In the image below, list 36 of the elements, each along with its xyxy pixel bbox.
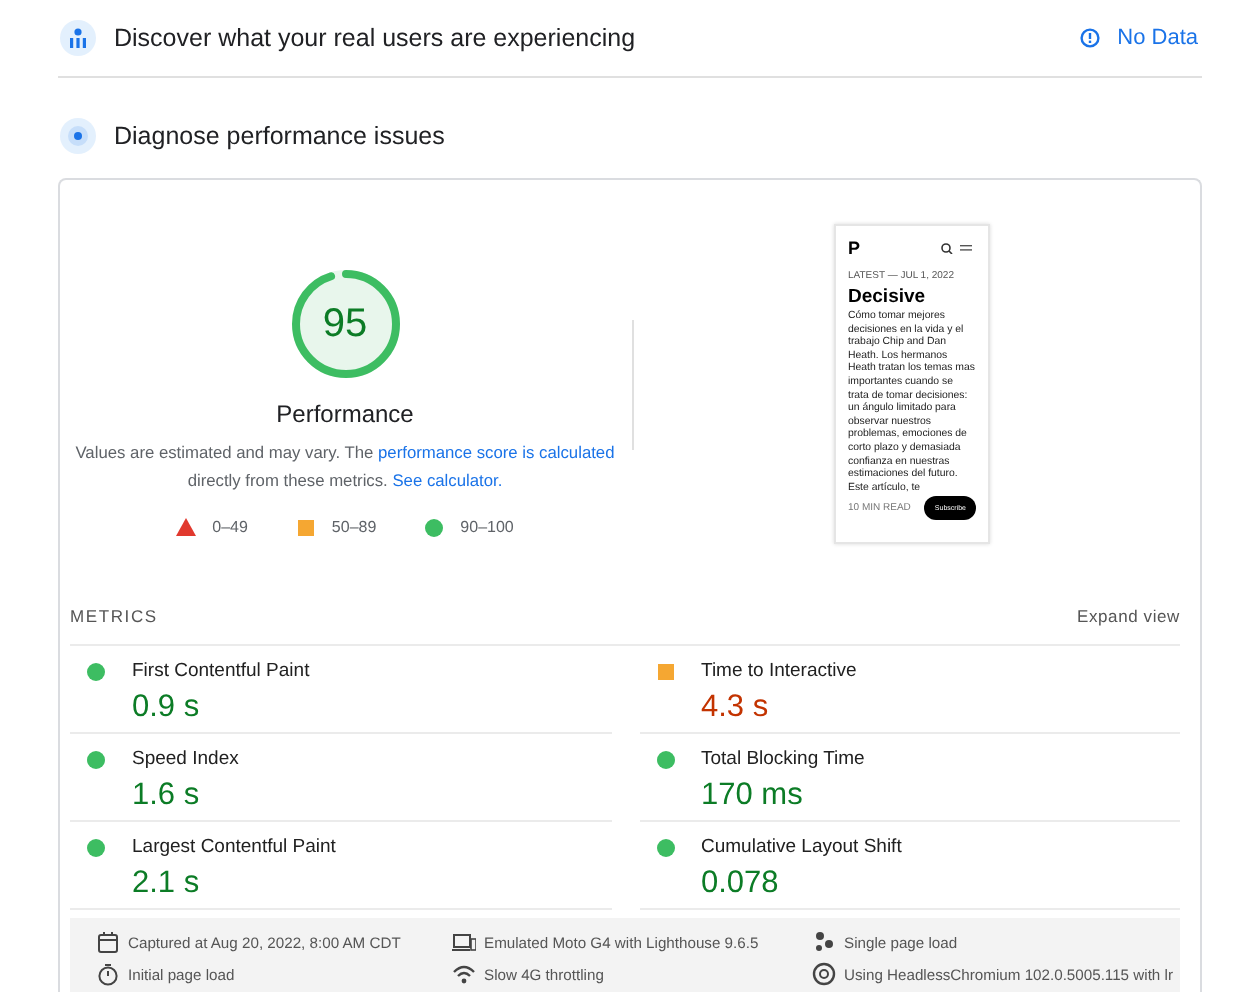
score-note: Values are estimated and may vary. The performance score is calculated directly from these metrics. See calculator. [75, 439, 615, 493]
legend-range: 50–89 [331, 518, 377, 536]
section-title: Discover what your real users are experiencing [114, 24, 636, 52]
metric-value: 0.9 s [132, 690, 202, 726]
wifi-icon [452, 962, 476, 986]
metric-value: 170 ms [701, 778, 805, 814]
metric-name: Speed Index [132, 748, 239, 770]
legend-range: 0–49 [212, 518, 248, 536]
legend-range: 90–100 [460, 518, 514, 536]
metric-value: 0.078 [701, 866, 781, 902]
menu-icon [960, 245, 972, 251]
link[interactable]: See calculator. [392, 469, 503, 489]
metric-value: 2.1 s [132, 866, 202, 902]
search-icon [941, 243, 953, 254]
metric-value: 4.3 s [701, 690, 771, 726]
metric-name: Time to Interactive [701, 660, 857, 682]
metric-value: 1.6 s [132, 778, 202, 814]
laptop-phone-icon [452, 930, 476, 954]
info-icon [1079, 28, 1100, 48]
section-title: Diagnose performance issues [114, 122, 445, 150]
site-logo: P [848, 238, 861, 258]
metrics-heading: METRICS [70, 606, 158, 626]
metric-name: First Contentful Paint [132, 660, 310, 682]
metric-name: Total Blocking Time [701, 748, 865, 770]
link[interactable]: performance score is calculated [378, 441, 615, 461]
stopwatch-icon [96, 962, 120, 986]
metric-name: Cumulative Layout Shift [701, 836, 902, 858]
article-headline: Decisive [848, 286, 928, 308]
expand-view-link[interactable]: Expand view [1077, 606, 1180, 626]
gauge-label: Performance [276, 399, 414, 427]
browser-icon [812, 962, 836, 986]
target-icon [60, 118, 96, 154]
score-value: 95 [320, 299, 370, 349]
metric-name: Largest Contentful Paint [132, 836, 336, 858]
calendar-icon [96, 930, 120, 954]
no-data-link[interactable]: No Data [1079, 26, 1198, 50]
